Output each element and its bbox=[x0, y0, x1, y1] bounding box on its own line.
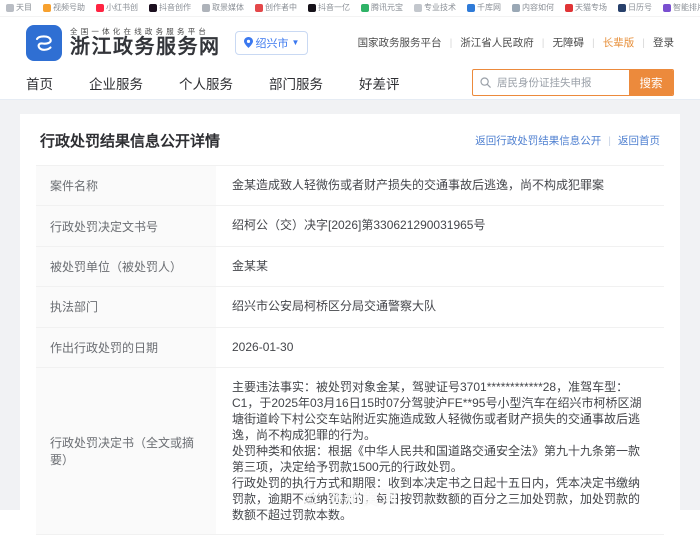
bookmark-favicon-icon bbox=[6, 3, 14, 12]
city-selector[interactable]: 绍兴市 ▼ bbox=[234, 30, 309, 55]
search-icon bbox=[480, 77, 491, 88]
bookmark-item[interactable]: 腾讯元宝 bbox=[361, 2, 403, 13]
back-to-list-link[interactable]: 返回行政处罚结果信息公开 bbox=[475, 133, 601, 148]
location-pin-icon bbox=[243, 37, 253, 48]
bookmark-favicon-icon bbox=[308, 3, 316, 12]
search-button[interactable]: 搜索 bbox=[629, 70, 673, 95]
bookmark-label: 智能排片 bbox=[673, 3, 700, 12]
card-links: 返回行政处罚结果信息公开 返回首页 bbox=[475, 133, 660, 148]
bookmark-label: 抖音创作 bbox=[159, 3, 191, 12]
field-row: 行政处罚决定文书号 绍柯公（交）决字[2026]第330621290031965号 bbox=[36, 206, 664, 247]
bookmark-favicon-icon bbox=[618, 3, 626, 12]
bookmark-favicon-icon bbox=[255, 3, 263, 12]
decision-paragraph: 主要违法事实：被处罚对象金某，驾驶证号3701************28，准驾… bbox=[232, 379, 642, 442]
nav-item-enterprise-services[interactable]: 企业服务 bbox=[89, 73, 143, 93]
field-value: 金某造成致人轻微伤或者财产损失的交通事故后逃逸，尚不构成犯罪案 bbox=[232, 178, 605, 192]
field-label: 执法部门 bbox=[36, 287, 216, 327]
content-area: 行政处罚结果信息公开详情 返回行政处罚结果信息公开 返回首页 案件名称 金某造成致… bbox=[0, 100, 700, 549]
field-row: 被处罚单位（被处罚人） 金某某 bbox=[36, 246, 664, 288]
bookmark-label: 内容如何 bbox=[522, 3, 554, 12]
search-field-wrap bbox=[473, 70, 629, 95]
bookmark-item[interactable]: 专业技术 bbox=[414, 2, 456, 13]
bookmark-item[interactable]: 视频号助 bbox=[43, 2, 85, 13]
detail-card: 行政处罚结果信息公开详情 返回行政处罚结果信息公开 返回首页 案件名称 金某造成致… bbox=[20, 114, 680, 549]
nav-item-department-services[interactable]: 部门服务 bbox=[269, 73, 323, 93]
nav-item-home[interactable]: 首页 bbox=[26, 73, 53, 93]
chevron-down-icon: ▼ bbox=[291, 38, 300, 47]
bookmark-item[interactable]: 小红书创 bbox=[96, 2, 138, 13]
header-link[interactable]: 浙江省人民政府 bbox=[442, 35, 534, 50]
bookmark-label: 抖音一亿 bbox=[318, 3, 350, 12]
city-label: 绍兴市 bbox=[255, 37, 289, 50]
header-link[interactable]: 登录 bbox=[634, 35, 674, 50]
field-row: 案件名称 金某造成致人轻微伤或者财产损失的交通事故后逃逸，尚不构成犯罪案 bbox=[36, 166, 664, 207]
bookmark-item[interactable]: 天目 bbox=[6, 2, 32, 13]
field-value: 金某某 bbox=[232, 258, 269, 273]
field-label: 被处罚单位（被处罚人） bbox=[36, 246, 216, 287]
search-input[interactable] bbox=[495, 75, 622, 90]
back-to-home-link[interactable]: 返回首页 bbox=[601, 133, 660, 148]
field-row: 作出行政处罚的日期 2026-01-30 bbox=[36, 327, 664, 368]
field-label: 行政处罚决定书（全文或摘要） bbox=[36, 367, 216, 534]
bookmark-label: 视频号助 bbox=[53, 3, 85, 12]
bookmark-item[interactable]: 抖音一亿 bbox=[308, 2, 350, 13]
field-label: 行政处罚决定文书号 bbox=[36, 206, 216, 246]
bookmark-label: 腾讯元宝 bbox=[371, 3, 403, 12]
header-top-links: 国家政务服务平台浙江省人民政府无障碍长辈版登录 bbox=[358, 35, 674, 50]
bookmark-item[interactable]: 创作者中 bbox=[255, 2, 297, 13]
bookmark-favicon-icon bbox=[663, 3, 671, 12]
bookmark-label: 小红书创 bbox=[106, 3, 138, 12]
bookmark-label: 创作者中 bbox=[265, 3, 297, 12]
primary-nav: 首页 企业服务 个人服务 部门服务 好差评 搜索 bbox=[0, 66, 700, 100]
bookmark-label: 天猫专场 bbox=[575, 3, 607, 12]
bookmark-item[interactable]: 智能排片 bbox=[663, 2, 700, 13]
bookmark-favicon-icon bbox=[202, 3, 210, 12]
header-link[interactable]: 长辈版 bbox=[584, 35, 635, 50]
field-value: 2026-01-30 bbox=[232, 339, 294, 354]
nav-item-rating[interactable]: 好差评 bbox=[359, 73, 400, 93]
bookmark-item[interactable]: 抖音创作 bbox=[149, 2, 191, 13]
bookmark-favicon-icon bbox=[565, 3, 573, 12]
bookmark-label: 取景媒体 bbox=[212, 3, 244, 12]
bookmark-item[interactable]: 内容如何 bbox=[512, 2, 554, 13]
bookmark-favicon-icon bbox=[414, 3, 422, 12]
site-name: 浙江政务服务网 bbox=[70, 35, 221, 58]
field-value: 绍兴市公安局柯桥区分局交通警察大队 bbox=[232, 299, 437, 314]
page-title: 行政处罚结果信息公开详情 bbox=[40, 133, 221, 150]
site-header: 全国一体化在线政务服务平台 浙江政务服务网 绍兴市 ▼ 国家政务服务平台浙江省人… bbox=[0, 17, 700, 66]
bookmark-favicon-icon bbox=[149, 3, 157, 12]
bookmark-label: 千库网 bbox=[477, 3, 501, 12]
bookmark-label: 天目 bbox=[16, 3, 32, 12]
decision-text: 主要违法事实：被处罚对象金某，驾驶证号3701************28，准驾… bbox=[216, 368, 664, 534]
bookmark-favicon-icon bbox=[361, 3, 369, 12]
decision-paragraph: 处罚种类和依据：根据《中华人民共和国道路交通安全法》第九十九条第一款第三项，决定… bbox=[232, 443, 641, 474]
bookmarks-bar: 天目 视频号助 小红书创 抖音创作 取景媒体 创作者中 抖音一亿 腾讯元宝 专业技术 千库网 内容如… bbox=[0, 0, 700, 17]
header-link[interactable]: 国家政务服务平台 bbox=[358, 35, 442, 50]
decision-paragraph: 行政处罚的执行方式和期限：收到本决定书之日起十五日内，凭本决定书缴纳罚款，逾期不… bbox=[232, 475, 641, 522]
bookmark-item[interactable]: 取景媒体 bbox=[202, 2, 244, 13]
bookmark-favicon-icon bbox=[96, 3, 104, 12]
nav-item-personal-services[interactable]: 个人服务 bbox=[179, 73, 233, 93]
field-label: 案件名称 bbox=[36, 166, 216, 206]
decision-row: 行政处罚决定书（全文或摘要） 主要违法事实：被处罚对象金某，驾驶证号3701**… bbox=[36, 367, 664, 535]
field-label: 作出行政处罚的日期 bbox=[36, 327, 216, 367]
bookmark-label: 日历号 bbox=[628, 3, 652, 12]
bookmark-favicon-icon bbox=[512, 3, 520, 12]
bookmark-favicon-icon bbox=[43, 3, 51, 12]
bookmark-label: 专业技术 bbox=[424, 3, 456, 12]
bookmark-item[interactable]: 千库网 bbox=[467, 2, 501, 13]
field-value: 绍柯公（交）决字[2026]第330621290031965号 bbox=[232, 218, 486, 233]
site-logo-icon bbox=[26, 24, 62, 61]
search-box: 搜索 bbox=[472, 69, 674, 96]
platform-caption: 全国一体化在线政务服务平台 bbox=[70, 26, 210, 36]
bookmark-item[interactable]: 天猫专场 bbox=[565, 2, 607, 13]
detail-table: 案件名称 金某造成致人轻微伤或者财产损失的交通事故后逃逸，尚不构成犯罪案行政处罚决… bbox=[36, 165, 664, 535]
field-row: 执法部门 绍兴市公安局柯桥区分局交通警察大队 bbox=[36, 287, 664, 328]
site-brand: 全国一体化在线政务服务平台 浙江政务服务网 bbox=[70, 27, 221, 59]
card-head: 行政处罚结果信息公开详情 返回行政处罚结果信息公开 返回首页 bbox=[20, 114, 680, 163]
bookmark-item[interactable]: 日历号 bbox=[618, 2, 652, 13]
header-link[interactable]: 无障碍 bbox=[534, 35, 585, 50]
bookmark-favicon-icon bbox=[467, 3, 475, 12]
